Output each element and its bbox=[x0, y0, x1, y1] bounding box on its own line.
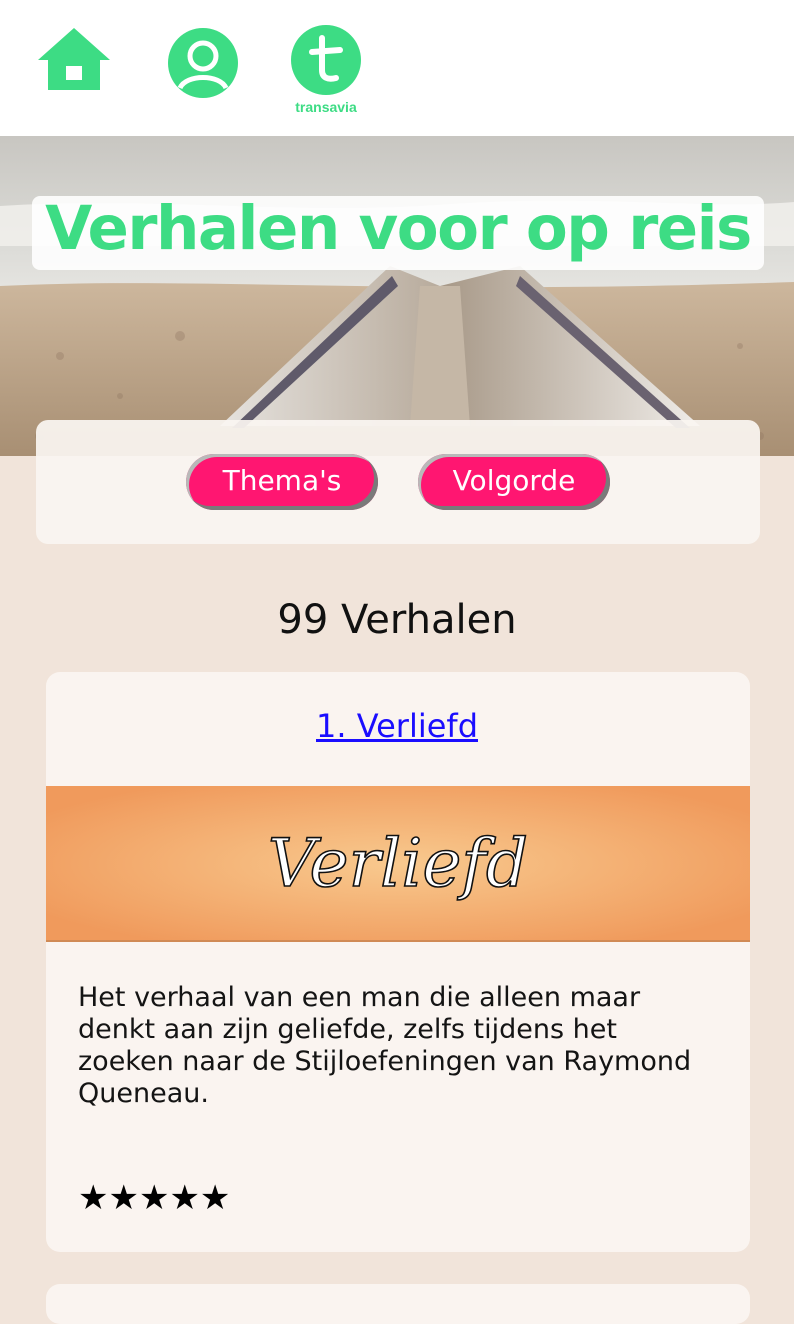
beach-book-image bbox=[0, 136, 794, 456]
home-icon[interactable] bbox=[36, 26, 112, 92]
rating-stars: ★★★★★ bbox=[78, 1178, 231, 1218]
banner-text: Verliefd bbox=[268, 825, 528, 902]
hero-title-background: Verhalen voor op reis bbox=[32, 196, 764, 270]
top-nav-bar: transavia bbox=[0, 0, 794, 136]
story-description: Het verhaal van een man die alleen maar … bbox=[78, 982, 692, 1109]
transavia-logo-label: transavia bbox=[295, 99, 357, 115]
filter-panel: Thema's Volgorde bbox=[36, 420, 760, 544]
story-card bbox=[46, 672, 750, 1252]
next-story-card bbox=[46, 1284, 750, 1324]
hero-banner bbox=[0, 136, 794, 456]
story-count-heading: 99 Verhalen bbox=[277, 597, 517, 643]
volgorde-button[interactable]: Volgorde bbox=[418, 454, 610, 510]
themas-button[interactable]: Thema's bbox=[186, 454, 378, 510]
profile-icon[interactable] bbox=[166, 26, 240, 100]
transavia-logo-icon[interactable]: transavia bbox=[288, 24, 364, 116]
page-title: Verhalen voor op reis bbox=[45, 193, 752, 264]
story-title-link[interactable]: 1. Verliefd bbox=[0, 700, 794, 752]
story-banner-image[interactable]: Verliefd bbox=[46, 786, 750, 942]
